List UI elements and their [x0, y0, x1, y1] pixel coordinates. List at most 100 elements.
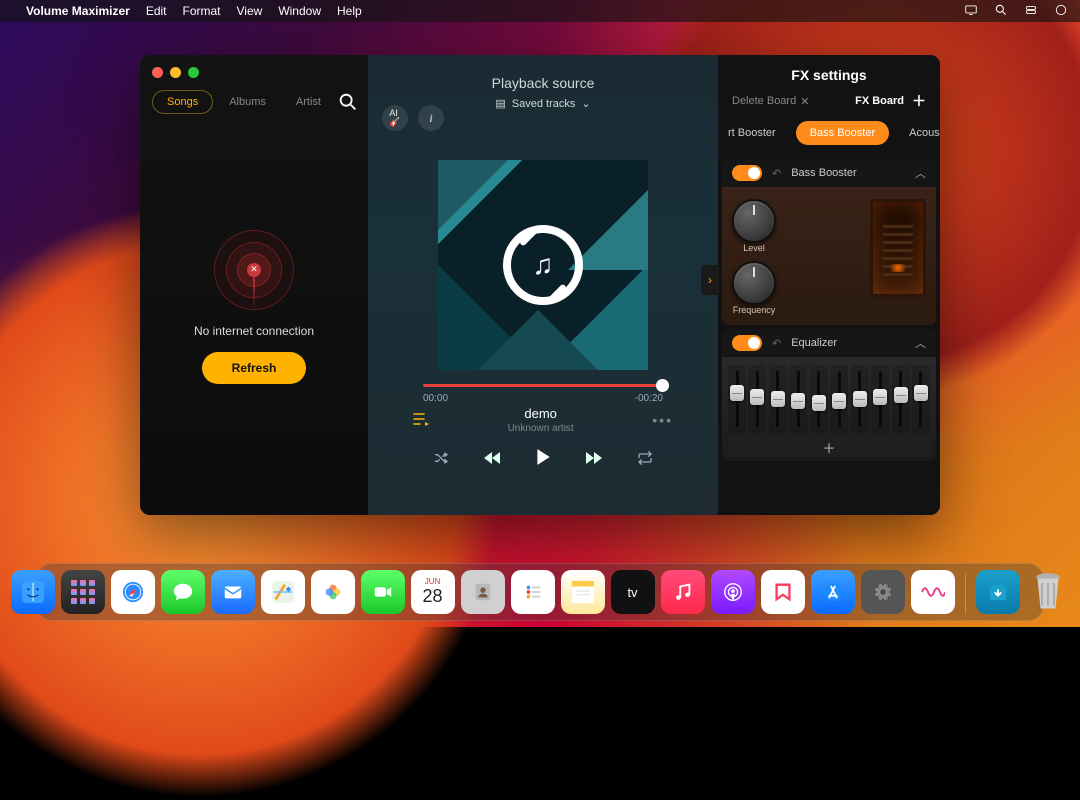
eq-band-5[interactable]: [810, 365, 828, 433]
vu-meter: [870, 199, 926, 297]
fx-title: FX settings: [718, 55, 940, 91]
dock-notes[interactable]: [561, 570, 605, 614]
menubar-app-name[interactable]: Volume Maximizer: [26, 4, 130, 18]
collapse-icon[interactable]: ︿: [915, 165, 926, 181]
dock-launchpad[interactable]: [61, 570, 105, 614]
dock-settings[interactable]: [861, 570, 905, 614]
fx-board-button[interactable]: FX Board ＋: [855, 91, 926, 111]
playback-source-dropdown[interactable]: ▤ Saved tracks ⌄: [495, 97, 590, 110]
info-button[interactable]: i: [418, 105, 444, 131]
no-connection-text: No internet connection: [194, 324, 314, 338]
menubar-control-center-icon[interactable]: [1024, 3, 1038, 20]
dock-messages[interactable]: [161, 570, 205, 614]
fx-category-row[interactable]: rt Booster Bass Booster Acous: [718, 121, 940, 155]
dock-contacts[interactable]: [461, 570, 505, 614]
ai-guitar-button[interactable]: AI🎸: [382, 105, 408, 131]
bass-booster-toggle[interactable]: [732, 165, 762, 181]
dock-mail[interactable]: [211, 570, 255, 614]
collapse-icon[interactable]: ︿: [915, 335, 926, 351]
tab-artist[interactable]: Artist: [282, 91, 335, 113]
library-search-icon[interactable]: [337, 90, 360, 114]
close-icon: ✕: [800, 95, 809, 108]
menu-edit[interactable]: Edit: [146, 4, 167, 18]
fx-module-title: Equalizer: [791, 337, 837, 349]
eq-band-9[interactable]: [892, 365, 910, 433]
fx-cat-bass-booster[interactable]: Bass Booster: [796, 121, 889, 145]
shuffle-button[interactable]: [433, 450, 449, 469]
play-button[interactable]: [535, 448, 551, 471]
album-art: ♫: [438, 160, 648, 370]
fx-cat-prev[interactable]: rt Booster: [724, 121, 790, 145]
eq-band-3[interactable]: [769, 365, 787, 433]
menu-window[interactable]: Window: [278, 4, 321, 18]
dock-calendar[interactable]: JUN28: [411, 570, 455, 614]
dock-volume-maximizer[interactable]: [911, 570, 955, 614]
frequency-knob[interactable]: [732, 261, 776, 305]
level-label: Level: [732, 243, 776, 253]
forward-button[interactable]: [585, 451, 603, 468]
level-knob[interactable]: [732, 199, 776, 243]
system-menubar: Volume Maximizer Edit Format View Window…: [0, 0, 1080, 22]
menu-format[interactable]: Format: [183, 4, 221, 18]
dock-maps[interactable]: [261, 570, 305, 614]
menu-help[interactable]: Help: [337, 4, 362, 18]
expand-fx-toggle[interactable]: ›: [701, 265, 719, 295]
app-window: Songs Albums Artist ✕ No internet connec…: [140, 55, 940, 515]
menu-view[interactable]: View: [237, 4, 263, 18]
eq-band-2[interactable]: [748, 365, 766, 433]
eq-band-4[interactable]: [789, 365, 807, 433]
dock-music[interactable]: [661, 570, 705, 614]
menubar-search-icon[interactable]: [994, 3, 1008, 20]
menubar-display-icon[interactable]: [964, 3, 978, 20]
time-elapsed: 00:00: [423, 393, 448, 404]
eq-band-8[interactable]: [871, 365, 889, 433]
window-zoom-button[interactable]: [188, 67, 199, 78]
album-placeholder-icon: ♫: [503, 225, 583, 305]
dock-appletv[interactable]: tv: [611, 570, 655, 614]
eq-band-1[interactable]: [728, 365, 746, 433]
add-eq-band-button[interactable]: ＋: [728, 437, 930, 457]
dock-reminders[interactable]: [511, 570, 555, 614]
dock-news[interactable]: [761, 570, 805, 614]
delete-board-button[interactable]: Delete Board ✕: [732, 95, 809, 108]
eq-band-10[interactable]: [912, 365, 930, 433]
fx-module-title: Bass Booster: [791, 167, 856, 179]
rewind-button[interactable]: [483, 451, 501, 468]
seek-bar[interactable]: 00:00 -00:20: [423, 384, 663, 404]
no-connection-icon: ✕: [214, 230, 294, 310]
tab-songs[interactable]: Songs: [152, 90, 213, 114]
refresh-button[interactable]: Refresh: [202, 352, 307, 384]
dock-photos[interactable]: [311, 570, 355, 614]
dock-trash[interactable]: [1026, 570, 1070, 614]
fx-module-equalizer: ↶ Equalizer ︿ ＋: [722, 329, 936, 461]
window-traffic-lights: [140, 55, 368, 86]
playback-header: Playback source: [492, 75, 595, 91]
dock-downloads[interactable]: [976, 570, 1020, 614]
playback-source-label: Saved tracks: [512, 98, 576, 110]
dock-appstore[interactable]: [811, 570, 855, 614]
queue-icon[interactable]: [413, 412, 429, 429]
dock-podcasts[interactable]: [711, 570, 755, 614]
repeat-button[interactable]: [637, 450, 653, 469]
eq-band-6[interactable]: [830, 365, 848, 433]
playlist-icon: ▤: [495, 97, 505, 110]
seek-thumb[interactable]: [656, 379, 669, 392]
window-minimize-button[interactable]: [170, 67, 181, 78]
fx-panel: FX settings Delete Board ✕ FX Board ＋ rt…: [718, 55, 940, 515]
window-close-button[interactable]: [152, 67, 163, 78]
equalizer-controls: ＋: [722, 357, 936, 461]
eq-band-7[interactable]: [851, 365, 869, 433]
fx-cat-next[interactable]: Acous: [895, 121, 940, 145]
menubar-siri-icon[interactable]: [1054, 3, 1068, 20]
dock-finder[interactable]: [11, 570, 55, 614]
library-tabs: Songs Albums Artist: [140, 86, 368, 118]
undo-icon[interactable]: ↶: [772, 167, 781, 180]
more-icon[interactable]: •••: [652, 412, 673, 428]
track-artist: Unknown artist: [508, 423, 574, 434]
dock-facetime[interactable]: [361, 570, 405, 614]
equalizer-toggle[interactable]: [732, 335, 762, 351]
tab-albums[interactable]: Albums: [215, 91, 280, 113]
undo-icon[interactable]: ↶: [772, 337, 781, 350]
dock: JUN28 tv: [36, 563, 1044, 621]
dock-safari[interactable]: [111, 570, 155, 614]
